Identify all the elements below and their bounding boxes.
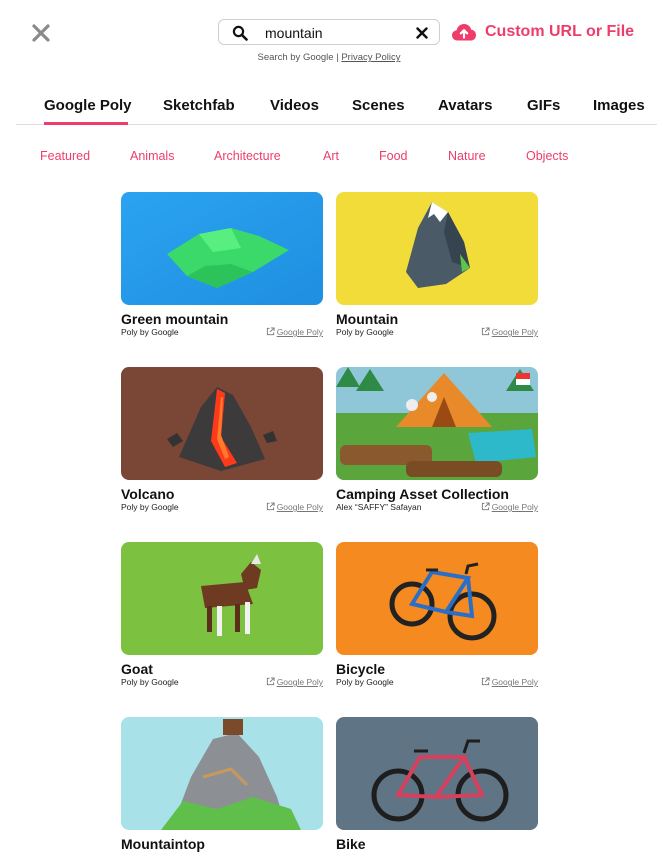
result-title: Goat: [121, 661, 153, 677]
search-box[interactable]: [218, 19, 440, 45]
result-author: Poly by Google: [336, 677, 394, 687]
result-card[interactable]: Camping Asset Collection Alex “SAFFY” Sa…: [336, 367, 538, 514]
tab-videos[interactable]: Videos: [270, 97, 319, 114]
result-source-link[interactable]: Google Poly: [266, 502, 323, 512]
category-featured[interactable]: Featured: [40, 149, 90, 163]
camping-thumbnail: [336, 367, 538, 480]
mountain-thumbnail: [336, 192, 538, 305]
custom-url-label: Custom URL or File: [485, 23, 635, 40]
tab-gifs[interactable]: GIFs: [527, 97, 560, 114]
result-author: Poly by Google: [121, 502, 179, 512]
result-card[interactable]: Mountaintop: [121, 717, 323, 852]
external-link-icon: [266, 502, 275, 511]
cloud-upload-icon: [452, 24, 476, 41]
result-source-label: Google Poly: [491, 502, 538, 512]
category-art[interactable]: Art: [323, 149, 339, 163]
close-icon[interactable]: [28, 20, 54, 46]
result-source-link[interactable]: Google Poly: [481, 677, 538, 687]
clear-search-icon[interactable]: [416, 27, 428, 39]
external-link-icon: [481, 502, 490, 511]
external-link-icon: [481, 327, 490, 336]
active-tab-indicator: [44, 122, 128, 125]
search-attribution: Search by Google | Privacy Policy: [218, 52, 440, 63]
result-card[interactable]: Bicycle Poly by Google Google Poly: [336, 542, 538, 689]
result-author: Poly by Google: [121, 327, 179, 337]
result-title: Green mountain: [121, 311, 229, 327]
bicycle-thumbnail: [336, 542, 538, 655]
bike-thumbnail: [336, 717, 538, 830]
external-link-icon: [481, 677, 490, 686]
result-title: Volcano: [121, 486, 175, 502]
category-objects[interactable]: Objects: [526, 149, 568, 163]
tab-avatars[interactable]: Avatars: [438, 97, 492, 114]
result-title: Camping Asset Collection: [336, 486, 509, 502]
mountaintop-thumbnail: [121, 717, 323, 830]
result-author: Poly by Google: [336, 327, 394, 337]
result-author: Poly by Google: [121, 677, 179, 687]
tab-google-poly[interactable]: Google Poly: [44, 97, 132, 114]
goat-thumbnail: [121, 542, 323, 655]
green-mountain-thumbnail: [121, 192, 323, 305]
result-card[interactable]: Green mountain Poly by Google Google Pol…: [121, 192, 323, 339]
category-bar: Featured Animals Architecture Art Food N…: [0, 149, 657, 167]
result-source-label: Google Poly: [276, 327, 323, 337]
result-card[interactable]: Volcano Poly by Google Google Poly: [121, 367, 323, 514]
privacy-policy-link[interactable]: Privacy Policy: [341, 52, 400, 63]
result-source-label: Google Poly: [276, 502, 323, 512]
result-source-link[interactable]: Google Poly: [266, 677, 323, 687]
external-link-icon: [266, 327, 275, 336]
search-input[interactable]: [265, 23, 405, 42]
result-source-label: Google Poly: [276, 677, 323, 687]
external-link-icon: [266, 677, 275, 686]
custom-url-button[interactable]: Custom URL or File: [451, 22, 634, 42]
result-title: Mountaintop: [121, 836, 205, 852]
tab-scenes[interactable]: Scenes: [352, 97, 405, 114]
category-architecture[interactable]: Architecture: [214, 149, 281, 163]
result-source-link[interactable]: Google Poly: [481, 327, 538, 337]
result-card[interactable]: Mountain Poly by Google Google Poly: [336, 192, 538, 339]
result-source-label: Google Poly: [491, 677, 538, 687]
result-title: Bicycle: [336, 661, 386, 677]
category-nature[interactable]: Nature: [448, 149, 486, 163]
tab-sketchfab[interactable]: Sketchfab: [163, 97, 235, 114]
result-title: Bike: [336, 836, 366, 852]
result-source-link[interactable]: Google Poly: [481, 502, 538, 512]
volcano-thumbnail: [121, 367, 323, 480]
result-source-label: Google Poly: [491, 327, 538, 337]
result-title: Mountain: [336, 311, 399, 327]
search-icon: [232, 25, 248, 41]
category-food[interactable]: Food: [379, 149, 408, 163]
tab-images[interactable]: Images: [593, 97, 645, 114]
result-card[interactable]: Bike: [336, 717, 538, 852]
result-author: Alex “SAFFY” Safayan: [336, 502, 422, 512]
result-card[interactable]: Goat Poly by Google Google Poly: [121, 542, 323, 689]
category-animals[interactable]: Animals: [130, 149, 174, 163]
result-source-link[interactable]: Google Poly: [266, 327, 323, 337]
search-by-google-text: Search by Google |: [257, 52, 342, 63]
